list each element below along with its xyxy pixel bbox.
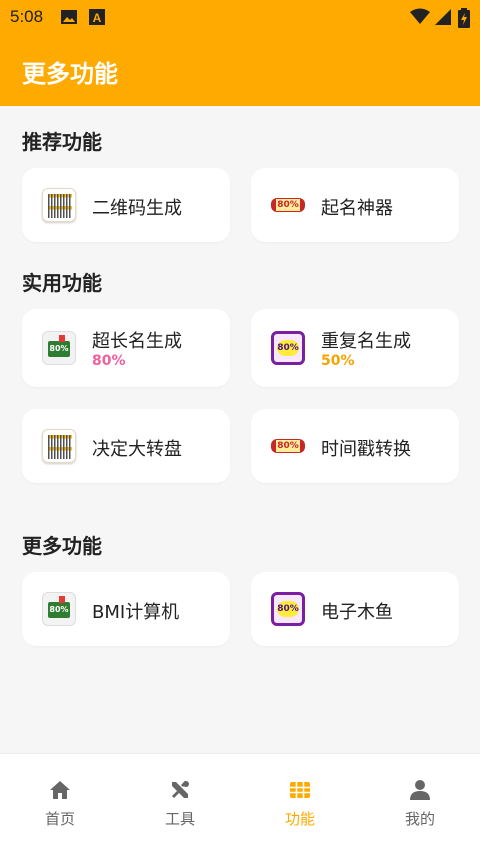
- nav-item-home[interactable]: 首页: [0, 754, 120, 853]
- nav-label-profile: 我的: [404, 810, 435, 828]
- feature-card-bmi[interactable]: BMI计算机: [22, 572, 230, 646]
- feature-label: 超长名生成: [92, 331, 182, 352]
- feature-label: BMI计算机: [92, 602, 180, 623]
- feature-card-repeat-name[interactable]: 重复名生成 50%: [251, 309, 459, 387]
- feature-label: 电子木鱼: [321, 602, 393, 623]
- nav-label-tools: 工具: [164, 810, 195, 828]
- progress-percent: 80%: [92, 353, 126, 369]
- status-time: 5:08: [10, 7, 44, 26]
- section-title-more: 更多功能: [22, 534, 102, 558]
- nav-item-features[interactable]: 功能: [240, 754, 360, 853]
- battery-charging-icon: [458, 8, 470, 28]
- purple-badge-icon: [271, 592, 305, 626]
- status-bar: 5:08 A: [0, 0, 480, 34]
- green-card-icon: [42, 331, 76, 365]
- grid-icon: [290, 782, 310, 798]
- tools-icon: [172, 781, 189, 798]
- ticket-icon: [271, 439, 305, 453]
- page-title: 更多功能: [22, 60, 118, 88]
- feature-card-qr-generate[interactable]: 二维码生成: [22, 168, 230, 242]
- nav-label-home: 首页: [44, 810, 75, 828]
- qr-code-icon: [42, 188, 76, 222]
- nav-label-features: 功能: [284, 810, 315, 828]
- feature-label: 重复名生成: [321, 331, 411, 352]
- font-app-icon: A: [89, 9, 105, 25]
- wifi-icon: [410, 8, 430, 24]
- qr-code-icon: [42, 429, 76, 463]
- feature-card-wooden-fish[interactable]: 电子木鱼: [251, 572, 459, 646]
- feature-label: 时间戳转换: [321, 439, 411, 460]
- feature-card-naming[interactable]: 起名神器: [251, 168, 459, 242]
- feature-label: 决定大转盘: [92, 439, 182, 460]
- signal-icon: [435, 9, 451, 25]
- svg-text:A: A: [93, 11, 102, 25]
- nav-item-tools[interactable]: 工具: [120, 754, 240, 853]
- section-title-practical: 实用功能: [22, 271, 102, 295]
- feature-label: 起名神器: [321, 198, 393, 219]
- feature-card-timestamp[interactable]: 时间戳转换: [251, 409, 459, 483]
- progress-percent: 50%: [321, 353, 355, 369]
- feature-label: 二维码生成: [92, 198, 182, 219]
- app-bar: 更多功能: [0, 34, 480, 106]
- purple-badge-icon: [271, 331, 305, 365]
- feature-card-long-name[interactable]: 超长名生成 80%: [22, 309, 230, 387]
- feature-card-wheel[interactable]: 决定大转盘: [22, 409, 230, 483]
- nav-item-profile[interactable]: 我的: [360, 754, 480, 853]
- home-icon: [50, 781, 70, 799]
- section-title-recommended: 推荐功能: [22, 130, 102, 154]
- ticket-icon: [271, 198, 305, 212]
- person-icon: [410, 780, 430, 800]
- green-card-icon: [42, 592, 76, 626]
- image-icon: [61, 10, 77, 24]
- bottom-nav: 首页 工具 功能 我的: [0, 753, 480, 853]
